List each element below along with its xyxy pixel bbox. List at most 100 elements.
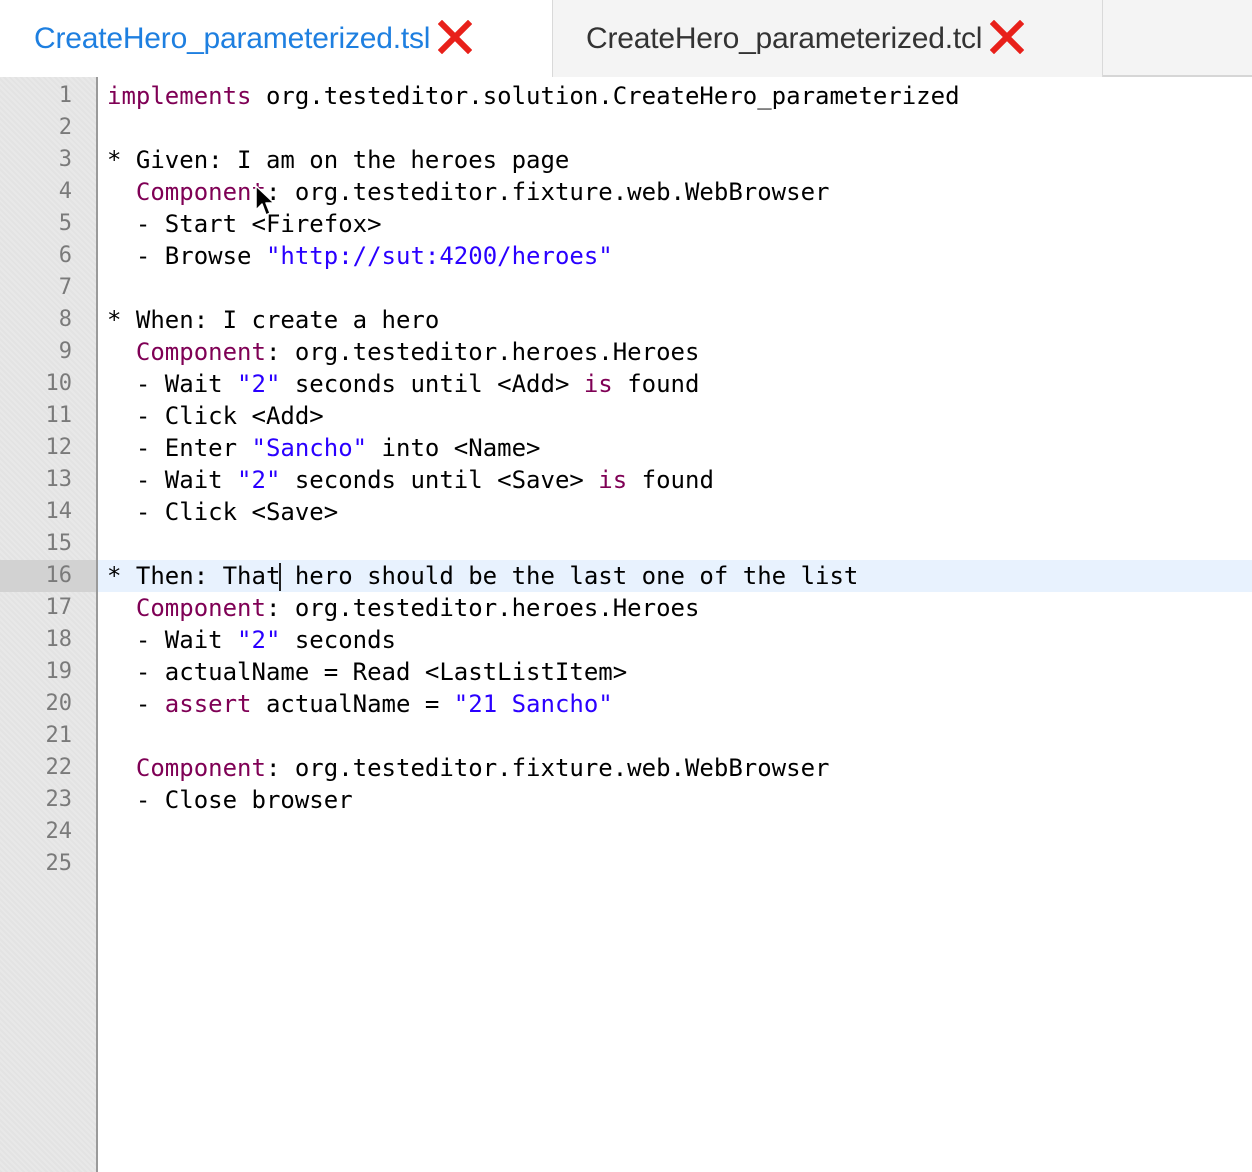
line-number: 1 bbox=[58, 83, 72, 108]
line-number: 7 bbox=[58, 275, 72, 300]
line-number: 3 bbox=[58, 147, 72, 172]
string-token: "2" bbox=[237, 466, 281, 494]
line-number: 18 bbox=[45, 627, 73, 652]
line-number: 5 bbox=[58, 211, 72, 236]
code-editor[interactable]: 1 2 3 4 5 6 7 8 9 10 11 12 13 14 15 16 17 18 19 20 21 22 23 24 2… bbox=[0, 77, 1252, 1172]
code-line[interactable]: * Then: That hero should be the last one… bbox=[98, 560, 1252, 592]
code-line[interactable]: - Wait "2" seconds until <Save> is found bbox=[98, 464, 1252, 496]
code-token: - bbox=[107, 690, 165, 718]
code-line[interactable] bbox=[98, 528, 1252, 560]
code-token: - Enter bbox=[107, 434, 252, 462]
code-token: : org.testeditor.fixture.web.WebBrowser bbox=[265, 178, 830, 206]
code-token: * Given: I am on the heroes page bbox=[107, 146, 570, 174]
string-token: "http://sut:4200/heroes" bbox=[265, 242, 613, 270]
code-line[interactable]: - Click <Add> bbox=[98, 400, 1252, 432]
line-number: 6 bbox=[58, 243, 72, 268]
line-number: 14 bbox=[45, 499, 73, 524]
code-line[interactable] bbox=[98, 720, 1252, 752]
code-token: - Click <Add> bbox=[107, 402, 324, 430]
code-token: - Browse bbox=[107, 242, 266, 270]
line-number: 24 bbox=[45, 819, 73, 844]
line-number-gutter: 1 2 3 4 5 6 7 8 9 10 11 12 13 14 15 16 17 18 19 20 21 22 23 24 2… bbox=[0, 77, 98, 1172]
line-number: 2 bbox=[58, 115, 72, 140]
code-line[interactable] bbox=[98, 816, 1252, 848]
code-token: - Start <Firefox> bbox=[107, 210, 382, 238]
keyword-token: Component bbox=[135, 754, 266, 782]
string-token: "21 Sancho" bbox=[453, 690, 613, 718]
keyword-token: Component bbox=[135, 178, 266, 206]
code-line[interactable] bbox=[98, 272, 1252, 304]
code-line[interactable]: implements org.testeditor.solution.Creat… bbox=[98, 80, 1252, 112]
keyword-token: Component bbox=[135, 338, 266, 366]
code-line[interactable]: - Click <Save> bbox=[98, 496, 1252, 528]
code-token: - Wait bbox=[107, 466, 238, 494]
line-number: 21 bbox=[45, 723, 73, 748]
line-number: 15 bbox=[45, 531, 73, 556]
code-token: * When: I create a hero bbox=[107, 306, 440, 334]
code-token: : org.testeditor.fixture.web.WebBrowser bbox=[265, 754, 830, 782]
code-line[interactable]: Component: org.testeditor.heroes.Heroes bbox=[98, 336, 1252, 368]
line-number: 9 bbox=[58, 339, 72, 364]
line-number: 22 bbox=[45, 755, 73, 780]
line-number: 17 bbox=[45, 595, 73, 620]
code-line[interactable]: - Browse "http://sut:4200/heroes" bbox=[98, 240, 1252, 272]
editor-tab-bar: CreateHero_parameterized.tsl CreateHero_… bbox=[0, 0, 1252, 78]
line-number: 13 bbox=[45, 467, 73, 492]
code-token: * Then: That bbox=[107, 562, 281, 590]
code-line[interactable] bbox=[98, 848, 1252, 880]
line-number: 16 bbox=[0, 560, 96, 592]
line-number: 11 bbox=[45, 403, 73, 428]
close-x-icon[interactable] bbox=[990, 19, 1025, 54]
code-token: : org.testeditor.heroes.Heroes bbox=[265, 594, 700, 622]
code-line[interactable]: - Close browser bbox=[98, 784, 1252, 816]
string-token: "2" bbox=[237, 626, 281, 654]
line-number: 4 bbox=[58, 179, 72, 204]
line-number: 23 bbox=[45, 787, 73, 812]
keyword-token: is bbox=[583, 370, 613, 398]
code-token: actualName = bbox=[251, 690, 454, 718]
tab-createhero-tsl[interactable]: CreateHero_parameterized.tsl bbox=[0, 0, 553, 78]
code-line[interactable]: * When: I create a hero bbox=[98, 304, 1252, 336]
line-number: 19 bbox=[45, 659, 73, 684]
code-line[interactable]: - Wait "2" seconds until <Add> is found bbox=[98, 368, 1252, 400]
code-token: into <Name> bbox=[367, 434, 541, 462]
line-number: 10 bbox=[45, 371, 73, 396]
close-x-icon[interactable] bbox=[438, 19, 473, 55]
code-line[interactable]: - Enter "Sancho" into <Name> bbox=[98, 432, 1252, 464]
code-line[interactable]: * Given: I am on the heroes page bbox=[98, 144, 1252, 176]
code-area[interactable]: implements org.testeditor.solution.Creat… bbox=[98, 77, 1252, 1172]
code-token: - Click <Save> bbox=[107, 498, 339, 526]
code-token: org.testeditor.solution.CreateHero_param… bbox=[251, 82, 960, 110]
code-token: seconds until <Save> bbox=[280, 466, 599, 494]
code-line[interactable]: - assert actualName = "21 Sancho" bbox=[98, 688, 1252, 720]
code-token: found bbox=[627, 466, 714, 494]
code-token: seconds bbox=[280, 626, 396, 654]
string-token: "2" bbox=[237, 370, 281, 398]
code-token: - Wait bbox=[107, 626, 238, 654]
line-number: 25 bbox=[45, 851, 73, 876]
keyword-token: implements bbox=[107, 82, 252, 110]
keyword-token: Component bbox=[135, 594, 266, 622]
line-number: 8 bbox=[58, 307, 72, 332]
code-line[interactable]: - Wait "2" seconds bbox=[98, 624, 1252, 656]
code-token: : org.testeditor.heroes.Heroes bbox=[265, 338, 700, 366]
tab-label: CreateHero_parameterized.tcl bbox=[586, 21, 983, 55]
line-number: 20 bbox=[45, 691, 73, 716]
line-number: 12 bbox=[45, 435, 73, 460]
code-token: - actualName = Read <LastListItem> bbox=[107, 658, 628, 686]
code-line[interactable] bbox=[98, 112, 1252, 144]
arrow-cursor-icon bbox=[255, 185, 275, 216]
string-token: "Sancho" bbox=[251, 434, 368, 462]
tab-createhero-tcl[interactable]: CreateHero_parameterized.tcl bbox=[553, 0, 1103, 77]
code-line[interactable]: Component: org.testeditor.heroes.Heroes bbox=[98, 592, 1252, 624]
code-token: - Close browser bbox=[107, 786, 353, 814]
keyword-token: assert bbox=[164, 690, 252, 718]
code-token: seconds until <Add> bbox=[280, 370, 584, 398]
code-line[interactable]: Component: org.testeditor.fixture.web.We… bbox=[98, 752, 1252, 784]
code-token: hero should be the last one of the list bbox=[280, 562, 859, 590]
keyword-token: is bbox=[598, 466, 628, 494]
code-line[interactable]: - actualName = Read <LastListItem> bbox=[98, 656, 1252, 688]
